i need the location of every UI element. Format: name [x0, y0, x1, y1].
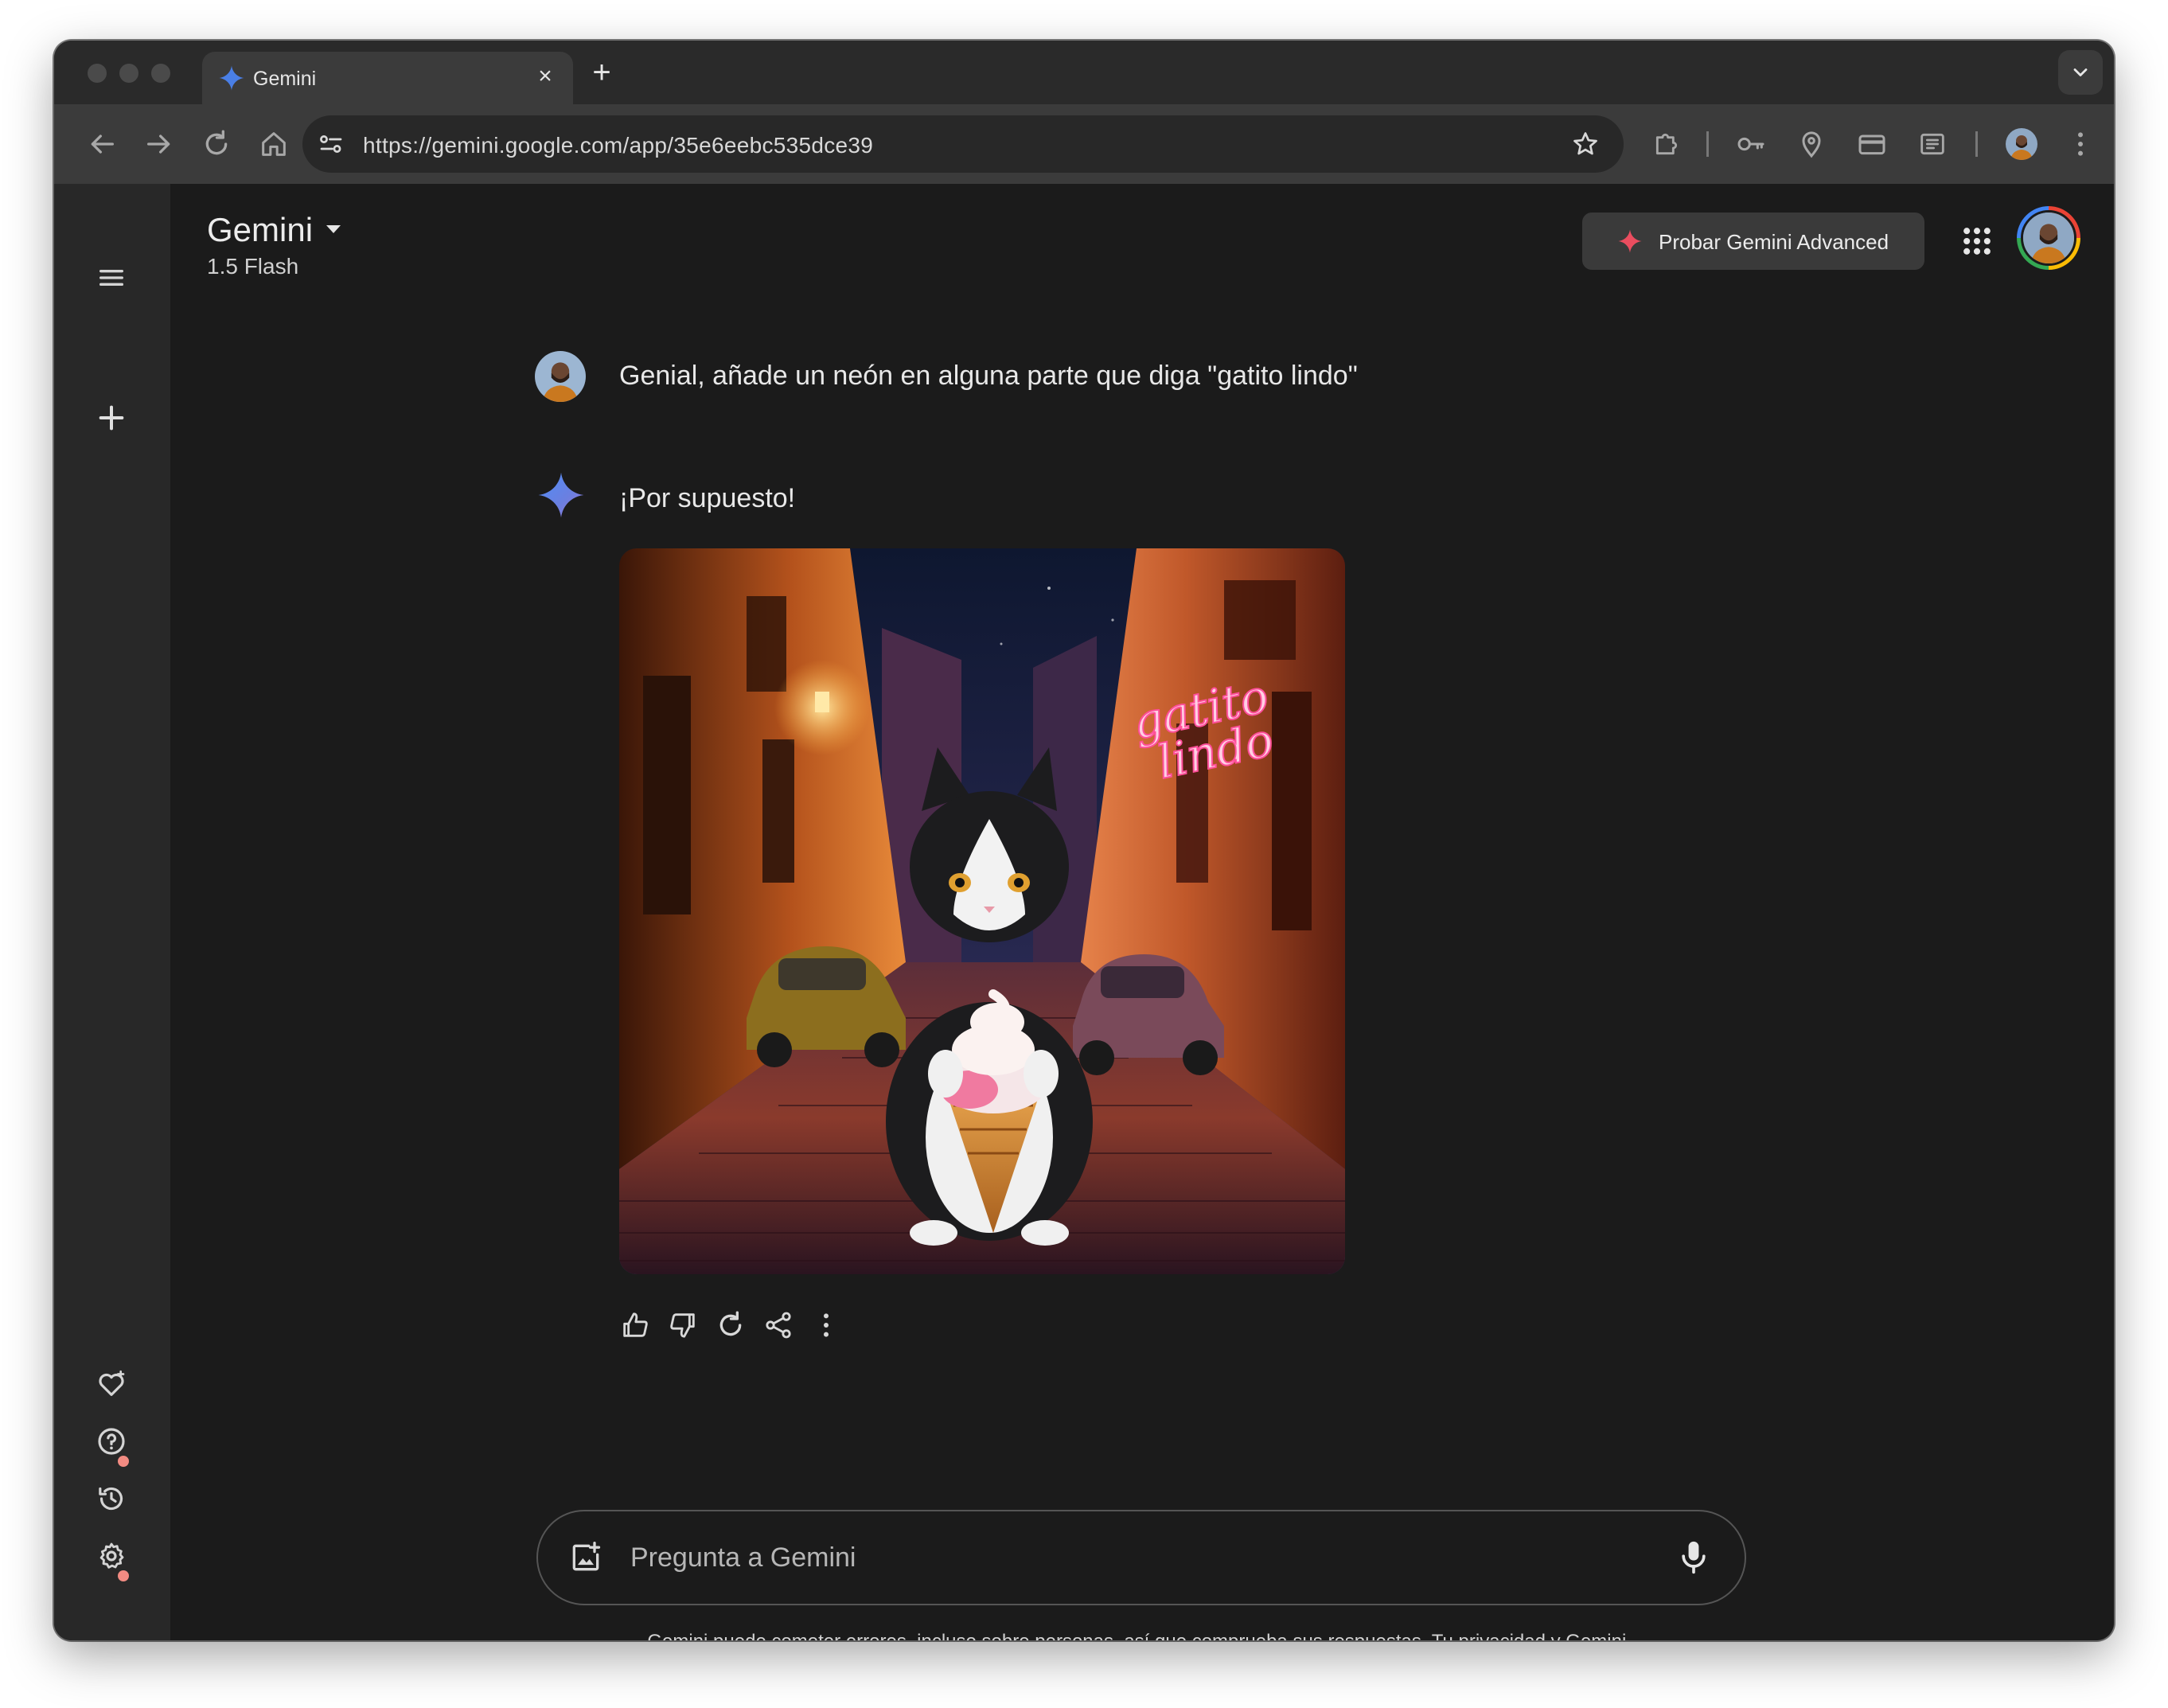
tab-strip: Gemini × + [54, 41, 2114, 104]
disclaimer-text: Gemini puede cometer errores, incluso so… [647, 1631, 1431, 1640]
tab-title: Gemini [253, 68, 317, 90]
more-options-kebab-icon[interactable] [810, 1309, 842, 1341]
cat-ice-cream-street-image: gatito lindo [619, 548, 1345, 1274]
payment-card-icon[interactable] [1856, 128, 1888, 160]
settings-gear-icon[interactable] [96, 1540, 127, 1572]
tab-search-button[interactable] [2058, 50, 2103, 95]
user-message-avatar [535, 351, 586, 402]
user-message-text: Genial, añade un neón en alguna parte qu… [619, 361, 1358, 391]
gemini-app: Gemini 1.5 Flash Probar Gemini Advanced [54, 184, 2114, 1640]
settings-notification-dot [118, 1570, 129, 1581]
new-tab-button[interactable]: + [586, 55, 618, 91]
model-name[interactable]: 1.5 Flash [207, 254, 298, 279]
forward-icon[interactable] [143, 128, 175, 160]
google-apps-grid-icon[interactable] [1959, 224, 1994, 259]
sidebar [54, 184, 170, 1640]
url-text[interactable]: https://gemini.google.com/app/35e6eebc53… [363, 133, 873, 158]
bookmark-star-icon[interactable] [1571, 130, 1600, 158]
minimize-window-button[interactable] [119, 64, 138, 83]
avatar-image [535, 351, 586, 402]
gemini-favicon-icon [219, 65, 244, 91]
app-title[interactable]: Gemini [207, 211, 313, 249]
extensions-icon[interactable] [1651, 128, 1683, 160]
help-notification-dot [118, 1456, 129, 1467]
address-bar[interactable]: https://gemini.google.com/app/35e6eebc53… [302, 115, 1624, 173]
browser-toolbar: https://gemini.google.com/app/35e6eebc53… [54, 104, 2114, 184]
back-icon[interactable] [86, 128, 118, 160]
thumbs-down-icon[interactable] [667, 1309, 699, 1341]
response-text: ¡Por supuesto! [619, 483, 796, 513]
password-key-icon[interactable] [1735, 128, 1767, 160]
hamburger-menu-icon[interactable] [96, 262, 127, 294]
prompt-input[interactable] [630, 1534, 1665, 1581]
gem-manager-heart-icon[interactable] [96, 1368, 127, 1400]
share-icon[interactable] [762, 1309, 794, 1341]
reload-icon[interactable] [201, 128, 232, 160]
tab-close-icon[interactable]: × [532, 63, 559, 90]
thumbs-up-icon[interactable] [619, 1309, 651, 1341]
browser-profile-avatar[interactable] [2006, 128, 2037, 160]
sparkle-icon [1618, 229, 1642, 253]
avatar-image [2006, 128, 2037, 160]
toolbar-divider [1975, 131, 1978, 157]
help-icon[interactable] [96, 1425, 127, 1457]
browser-window: Gemini × + https://gemini.google.com/app… [54, 41, 2114, 1640]
chevron-down-icon [2073, 68, 2088, 76]
close-window-button[interactable] [88, 64, 107, 83]
reading-list-icon[interactable] [1916, 128, 1948, 160]
zoom-window-button[interactable] [151, 64, 170, 83]
regenerate-icon[interactable] [715, 1309, 747, 1341]
site-settings-icon[interactable] [317, 130, 345, 158]
toolbar-divider [1706, 131, 1709, 157]
avatar-image [2023, 213, 2074, 263]
privacy-link[interactable]: Tu privacidad y Gemini [1432, 1631, 1632, 1640]
account-avatar[interactable] [2017, 206, 2080, 270]
disclaimer-end: . [1632, 1631, 1637, 1640]
location-pin-icon[interactable] [1796, 128, 1827, 160]
microphone-icon[interactable] [1676, 1538, 1711, 1577]
tab-gemini[interactable]: Gemini × [202, 52, 573, 104]
home-icon[interactable] [258, 128, 290, 160]
disclaimer: Gemini puede cometer errores, incluso so… [170, 1631, 2114, 1640]
activity-history-icon[interactable] [96, 1483, 127, 1515]
new-chat-plus-icon[interactable] [96, 402, 127, 434]
generated-image[interactable]: gatito lindo [619, 548, 1345, 1274]
try-advanced-button[interactable]: Probar Gemini Advanced [1582, 213, 1924, 270]
prompt-bar [536, 1510, 1746, 1605]
add-image-icon[interactable] [568, 1540, 603, 1575]
browser-menu-kebab-icon[interactable] [2065, 128, 2096, 160]
gemini-sparkle-icon [538, 472, 584, 518]
model-dropdown-caret-icon[interactable] [325, 224, 342, 235]
try-advanced-label: Probar Gemini Advanced [1659, 230, 1889, 254]
